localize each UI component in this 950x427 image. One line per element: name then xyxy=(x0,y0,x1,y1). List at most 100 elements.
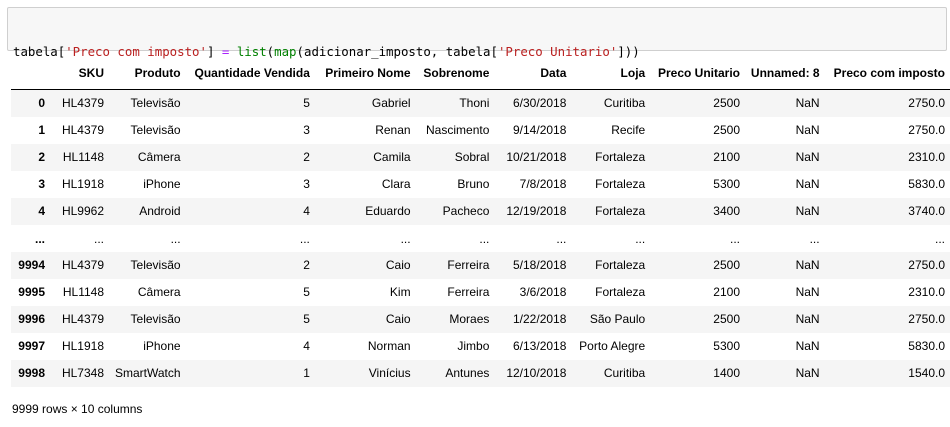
column-header: Unnamed: 8 xyxy=(745,58,825,90)
table-cell: HL1918 xyxy=(61,177,105,191)
table-cell: 6/13/2018 xyxy=(513,339,567,353)
table-cell: HL9962 xyxy=(61,204,105,218)
code-string: 'Preco com imposto' xyxy=(65,44,207,59)
table-cell: NaN xyxy=(795,339,820,353)
table-cell: Clara xyxy=(381,177,411,191)
table-cell: Televisão xyxy=(130,312,181,326)
table-cell: Sobral xyxy=(454,150,490,164)
table-cell: Moraes xyxy=(449,312,490,326)
table-cell: 7/8/2018 xyxy=(519,177,567,191)
table-cell: Fortaleza xyxy=(595,258,646,272)
table-cell: 5830.0 xyxy=(908,339,945,353)
table-cell: Televisão xyxy=(130,258,181,272)
table-cell: Eduardo xyxy=(365,204,411,218)
table-cell: NaN xyxy=(795,123,820,137)
table-cell: 2 xyxy=(303,258,310,272)
row-index: 2 xyxy=(38,150,45,164)
table-cell: Vinícius xyxy=(368,366,411,380)
dataframe-table: SKU Produto Quantidade Vendida Primeiro … xyxy=(11,58,950,387)
table-cell: 2 xyxy=(303,150,310,164)
code-string: 'Preco Unitario' xyxy=(497,44,618,59)
table-cell: Curitiba xyxy=(603,366,646,380)
row-index: ... xyxy=(34,231,45,246)
table-cell: Kim xyxy=(389,285,411,299)
table-cell: Bruno xyxy=(457,177,490,191)
table-cell: ... xyxy=(479,231,490,246)
table-cell: 3 xyxy=(303,177,310,191)
table-cell: 1540.0 xyxy=(908,366,945,380)
code-token: tabela[ xyxy=(13,44,66,59)
table-cell: Pacheco xyxy=(442,204,490,218)
row-index: 9995 xyxy=(18,285,45,299)
column-header: Quantidade Vendida xyxy=(185,58,315,90)
table-cell: ... xyxy=(934,231,945,246)
code-token: (adicionar_imposto, tabela[ xyxy=(296,44,498,59)
code-token: ] xyxy=(206,44,222,59)
table-cell: 3 xyxy=(303,123,310,137)
table-cell: Televisão xyxy=(130,123,181,137)
table-cell: Câmera xyxy=(137,150,181,164)
table-body: 0 HL4379 Televisão 5 Gabriel Thoni 6/30/2018 Cu… xyxy=(11,89,950,387)
table-cell: HL4379 xyxy=(61,123,105,137)
table-cell: 4 xyxy=(303,339,310,353)
table-cell: 2500 xyxy=(713,258,740,272)
table-cell: 2310.0 xyxy=(908,150,945,164)
row-index: 9998 xyxy=(18,366,45,380)
table-cell: 3740.0 xyxy=(908,204,945,218)
table-cell: Gabriel xyxy=(371,96,411,110)
column-header: Loja xyxy=(571,58,651,90)
row-index: 3 xyxy=(38,177,45,191)
table-cell: Recife xyxy=(611,123,646,137)
table-cell: Thoni xyxy=(459,96,490,110)
table-cell: 2500 xyxy=(713,123,740,137)
column-header: Produto xyxy=(109,58,186,90)
table-cell: 2750.0 xyxy=(908,123,945,137)
table-cell: São Paulo xyxy=(589,312,646,326)
table-cell: 2750.0 xyxy=(908,96,945,110)
table-cell: ... xyxy=(809,231,820,246)
table-row: 9997 HL1918 iPhone 4 Norman Jimbo 6/13/2018 Por… xyxy=(11,333,950,360)
table-cell: 1/22/2018 xyxy=(513,312,567,326)
table-cell: Camila xyxy=(373,150,411,164)
table-row: 9996 HL4379 Televisão 5 Caio Moraes 1/22/2018 S… xyxy=(11,306,950,333)
table-cell: 1400 xyxy=(713,366,740,380)
table-cell: 5 xyxy=(303,285,310,299)
table-cell: Fortaleza xyxy=(595,150,646,164)
table-cell: 1 xyxy=(303,366,310,380)
table-cell: 3400 xyxy=(713,204,740,218)
table-cell: 5300 xyxy=(713,177,740,191)
table-cell: Jimbo xyxy=(457,339,490,353)
table-cell: 2750.0 xyxy=(908,312,945,326)
table-cell: ... xyxy=(729,231,740,246)
table-cell: 5 xyxy=(303,96,310,110)
table-cell: ... xyxy=(170,231,181,246)
table-cell: NaN xyxy=(795,150,820,164)
table-cell: NaN xyxy=(795,258,820,272)
row-index: 4 xyxy=(38,204,45,218)
table-cell: 5300 xyxy=(713,339,740,353)
table-cell: NaN xyxy=(795,96,820,110)
table-cell: Porto Alegre xyxy=(579,339,646,353)
table-cell: 5 xyxy=(303,312,310,326)
table-cell: 2500 xyxy=(713,312,740,326)
code-builtin: list xyxy=(236,44,267,59)
table-cell: Caio xyxy=(385,312,411,326)
table-cell: 2500 xyxy=(713,96,740,110)
table-cell: Ferreira xyxy=(447,285,490,299)
index-header xyxy=(11,58,50,90)
table-cell: HL4379 xyxy=(61,96,105,110)
table-cell: 5830.0 xyxy=(908,177,945,191)
column-header: Primeiro Nome xyxy=(314,58,416,90)
row-index: 9994 xyxy=(18,258,45,272)
table-cell: NaN xyxy=(795,177,820,191)
table-cell: HL4379 xyxy=(61,312,105,326)
table-cell: iPhone xyxy=(143,177,181,191)
table-cell: NaN xyxy=(795,312,820,326)
table-row: ................................. xyxy=(11,225,950,252)
column-header: SKU xyxy=(50,58,110,90)
table-cell: HL1148 xyxy=(62,285,105,299)
table-cell: 5/18/2018 xyxy=(513,258,567,272)
column-header: Preco com imposto xyxy=(824,58,950,90)
code-cell[interactable]: tabela['Preco com imposto'] = list(map(a… xyxy=(7,7,947,104)
